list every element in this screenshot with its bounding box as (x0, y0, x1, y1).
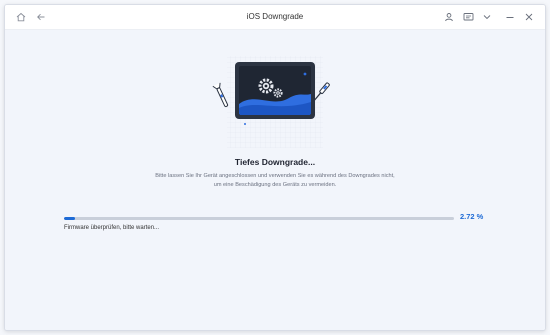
instruction-line-2: um eine Beschädigung des Geräts zu verme… (213, 182, 337, 188)
progress-status: Firmware überprüfen, bitte warten... (64, 225, 160, 231)
title-bar: iOS Downgrade (5, 5, 545, 30)
progress-percent: 2.72 % (460, 212, 484, 221)
close-icon[interactable] (521, 9, 537, 25)
main-content: Tiefes Downgrade... Bitte lassen Sie Ihr… (5, 30, 545, 330)
instruction-line-1: Bitte lassen Sie Ihr Gerät angeschlossen… (155, 173, 395, 179)
user-icon[interactable] (441, 9, 457, 25)
downgrade-illustration (205, 52, 345, 152)
minimize-icon[interactable] (502, 9, 518, 25)
app-window: iOS Downgrade Tiefes Downgrade... Bitte … (4, 4, 546, 331)
progress-bar-fill (64, 217, 75, 220)
chat-icon[interactable] (460, 9, 476, 25)
chevron-down-icon[interactable] (479, 9, 495, 25)
progress-bar (64, 217, 454, 220)
page-heading: Tiefes Downgrade... (234, 157, 316, 167)
instruction-text: Bitte lassen Sie Ihr Gerät angeschlossen… (125, 172, 425, 190)
